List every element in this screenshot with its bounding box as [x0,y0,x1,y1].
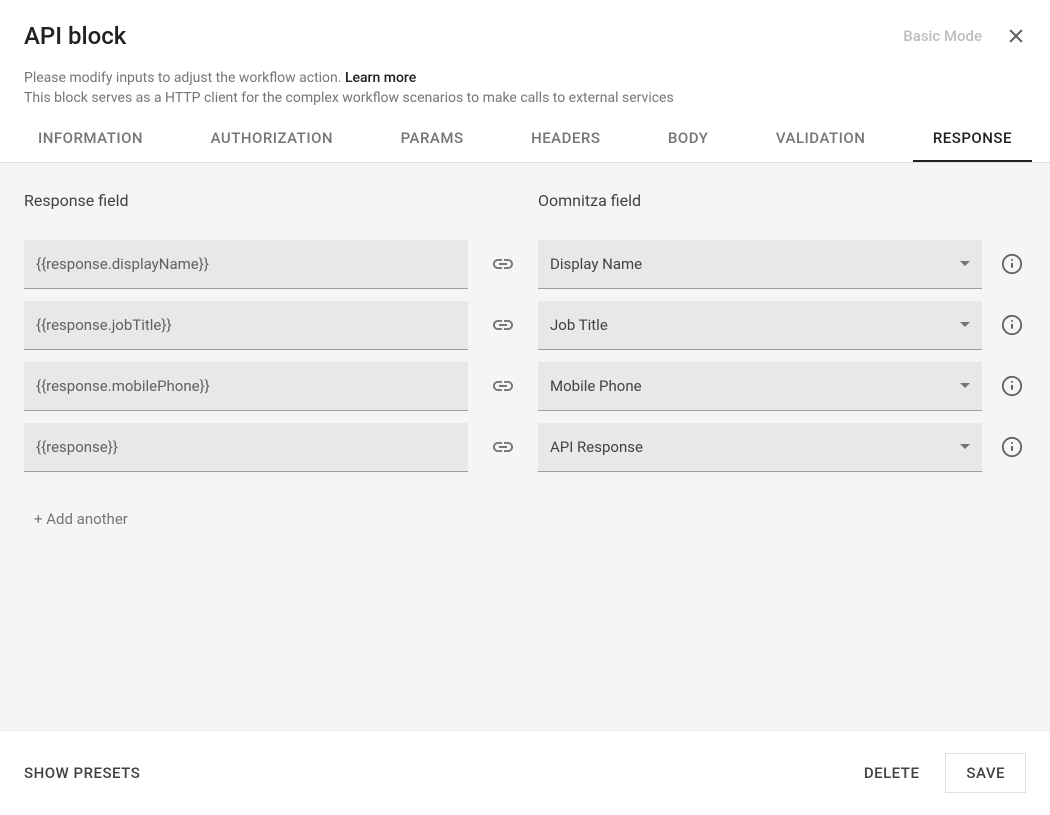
oomnitza-field-value: Mobile Phone [550,377,642,395]
oomnitza-field-value: Job Title [550,316,608,334]
info-icon[interactable] [1001,375,1023,397]
response-field-input[interactable] [24,423,468,472]
oomnitza-field-header: Oomnitza field [538,191,982,228]
chevron-down-icon [960,322,970,327]
link-icon [491,252,515,276]
oomnitza-field-value: API Response [550,438,643,456]
response-field-input[interactable] [24,362,468,411]
oomnitza-field-select[interactable]: Display Name [538,240,982,289]
basic-mode-toggle[interactable]: Basic Mode [903,27,982,45]
close-icon[interactable] [1006,26,1026,46]
show-presets-button[interactable]: SHOW PRESETS [24,764,140,782]
tab-headers[interactable]: HEADERS [511,129,620,162]
tab-authorization[interactable]: AUTHORIZATION [191,129,353,162]
chevron-down-icon [960,261,970,266]
link-icon [491,435,515,459]
oomnitza-field-select[interactable]: Job Title [538,301,982,350]
info-icon[interactable] [1001,436,1023,458]
oomnitza-field-select[interactable]: Mobile Phone [538,362,982,411]
link-icon [491,374,515,398]
oomnitza-field-value: Display Name [550,255,642,273]
info-icon[interactable] [1001,314,1023,336]
oomnitza-field-select[interactable]: API Response [538,423,982,472]
add-another-button[interactable]: + Add another [24,510,1026,528]
description-text-1: Please modify inputs to adjust the workf… [24,70,345,86]
chevron-down-icon [960,444,970,449]
description-text-2: This block serves as a HTTP client for t… [24,88,1026,108]
tab-response[interactable]: RESPONSE [913,129,1032,162]
learn-more-link[interactable]: Learn more [345,70,416,86]
tab-params[interactable]: PARAMS [381,129,484,162]
response-field-header: Response field [24,191,468,228]
tab-body[interactable]: BODY [648,129,728,162]
link-icon [491,313,515,337]
tab-information[interactable]: INFORMATION [18,129,163,162]
info-icon[interactable] [1001,253,1023,275]
delete-button[interactable]: DELETE [858,754,926,792]
tab-validation[interactable]: VALIDATION [756,129,885,162]
response-field-input[interactable] [24,301,468,350]
chevron-down-icon [960,383,970,388]
page-title: API block [24,22,126,50]
tab-bar: INFORMATION AUTHORIZATION PARAMS HEADERS… [0,109,1050,163]
save-button[interactable]: SAVE [945,753,1026,793]
response-field-input[interactable] [24,240,468,289]
